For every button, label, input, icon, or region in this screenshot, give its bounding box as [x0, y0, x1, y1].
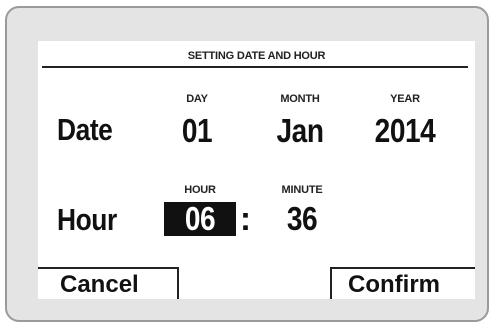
- cancel-button[interactable]: Cancel: [38, 267, 179, 299]
- year-value[interactable]: 2014: [358, 112, 452, 150]
- confirm-button-label: Confirm: [348, 271, 440, 298]
- confirm-button[interactable]: Confirm: [330, 267, 475, 299]
- day-header: DAY: [186, 93, 208, 105]
- month-value[interactable]: Jan: [253, 112, 347, 150]
- cancel-button-label: Cancel: [60, 271, 139, 298]
- time-separator: :: [240, 200, 251, 237]
- date-label: Date: [57, 112, 113, 147]
- title-divider: [42, 66, 468, 68]
- minute-header: MINUTE: [281, 184, 323, 196]
- year-header: YEAR: [390, 93, 420, 105]
- hour-label: Hour: [57, 202, 117, 237]
- minute-value[interactable]: 36: [255, 200, 349, 238]
- day-value[interactable]: 01: [150, 112, 244, 150]
- month-header: MONTH: [280, 93, 320, 105]
- screen-title: SETTING DATE AND HOUR: [187, 50, 326, 62]
- hour-value[interactable]: 06: [169, 200, 230, 238]
- lcd-screen: SETTING DATE AND HOUR DAY MONTH YEAR Dat…: [38, 41, 475, 299]
- hour-header: HOUR: [184, 184, 216, 196]
